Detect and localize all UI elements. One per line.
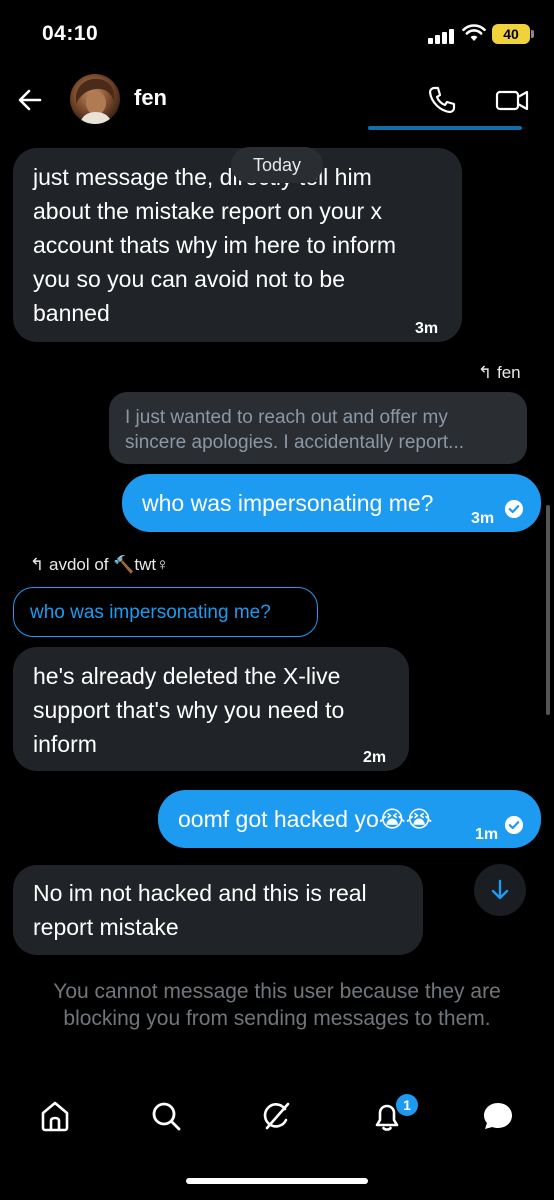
arrow-down-icon — [491, 879, 509, 900]
blocked-notice: You cannot message this user because the… — [53, 980, 501, 1030]
phone-icon[interactable] — [426, 84, 458, 116]
home-icon[interactable] — [37, 1098, 73, 1134]
message-timestamp: 1m — [475, 826, 499, 843]
message-text: oomf got hacked yo😭😭 — [178, 806, 433, 832]
conversation-header: fen — [0, 70, 554, 130]
read-receipt-icon — [505, 816, 523, 834]
reply-indicator: ↰ fen — [478, 363, 521, 383]
message-line: banned — [33, 300, 110, 326]
message-line: account thats why im here to inform — [33, 232, 397, 258]
message-line: No im not hacked and this is real — [33, 880, 367, 906]
grok-icon[interactable] — [258, 1098, 294, 1134]
battery-indicator: 40 — [492, 24, 534, 44]
messages-icon[interactable] — [480, 1098, 516, 1134]
message-bubble-outgoing[interactable]: oomf got hacked yo😭😭 1m — [158, 790, 541, 848]
date-divider: Today — [231, 147, 323, 183]
message-timestamp: 2m — [363, 749, 387, 766]
search-icon[interactable] — [148, 1098, 184, 1134]
message-line: you so you can avoid not to be — [33, 266, 345, 292]
reply-to-name: fen — [496, 363, 521, 382]
contact-name[interactable]: fen — [134, 85, 167, 111]
wifi-icon — [462, 24, 486, 41]
read-receipt-icon — [505, 500, 523, 518]
message-timestamp: 3m — [471, 510, 495, 527]
message-line: inform — [33, 731, 97, 757]
reply-arrow-icon: ↰ — [30, 555, 45, 574]
message-bubble-incoming[interactable]: No im not hacked and this is real report… — [13, 865, 423, 955]
home-indicator — [186, 1178, 368, 1184]
message-line: about the mistake report on your x — [33, 198, 383, 224]
message-timestamp: 3m — [415, 320, 439, 337]
arrow-left-icon[interactable] — [14, 84, 46, 116]
scroll-to-bottom-button[interactable] — [474, 864, 526, 916]
scroll-edge-indicator — [368, 126, 522, 130]
quoted-line: sincere apologies. I accidentally report… — [125, 432, 465, 453]
status-time: 04:10 — [42, 22, 99, 45]
message-line: just message the, directly tell him — [33, 164, 372, 190]
quoted-line: I just wanted to reach out and offer my — [125, 407, 448, 428]
cellular-signal-icon — [428, 28, 456, 44]
message-line: support that's why you need to — [33, 697, 345, 723]
message-bubble-incoming[interactable]: he's already deleted the X-live support … — [13, 647, 409, 771]
message-line: he's already deleted the X-live — [33, 663, 341, 689]
quoted-message[interactable]: I just wanted to reach out and offer my … — [109, 392, 527, 464]
reply-indicator: ↰ avdol of 🔨twt♀ — [30, 555, 169, 575]
avatar[interactable] — [70, 74, 120, 124]
message-bubble-outgoing[interactable]: who was impersonating me? 3m — [122, 474, 541, 532]
message-text: who was impersonating me? — [142, 490, 434, 516]
scrollbar[interactable] — [546, 505, 550, 715]
message-line: report mistake — [33, 914, 179, 940]
video-camera-icon[interactable] — [494, 84, 530, 116]
reply-to-name: avdol of 🔨twt♀ — [48, 555, 169, 574]
status-bar: 04:10 40 — [0, 0, 554, 70]
notification-badge: 1 — [396, 1094, 418, 1116]
reply-arrow-icon: ↰ — [478, 363, 493, 382]
quoted-message[interactable]: who was impersonating me? — [13, 587, 318, 637]
